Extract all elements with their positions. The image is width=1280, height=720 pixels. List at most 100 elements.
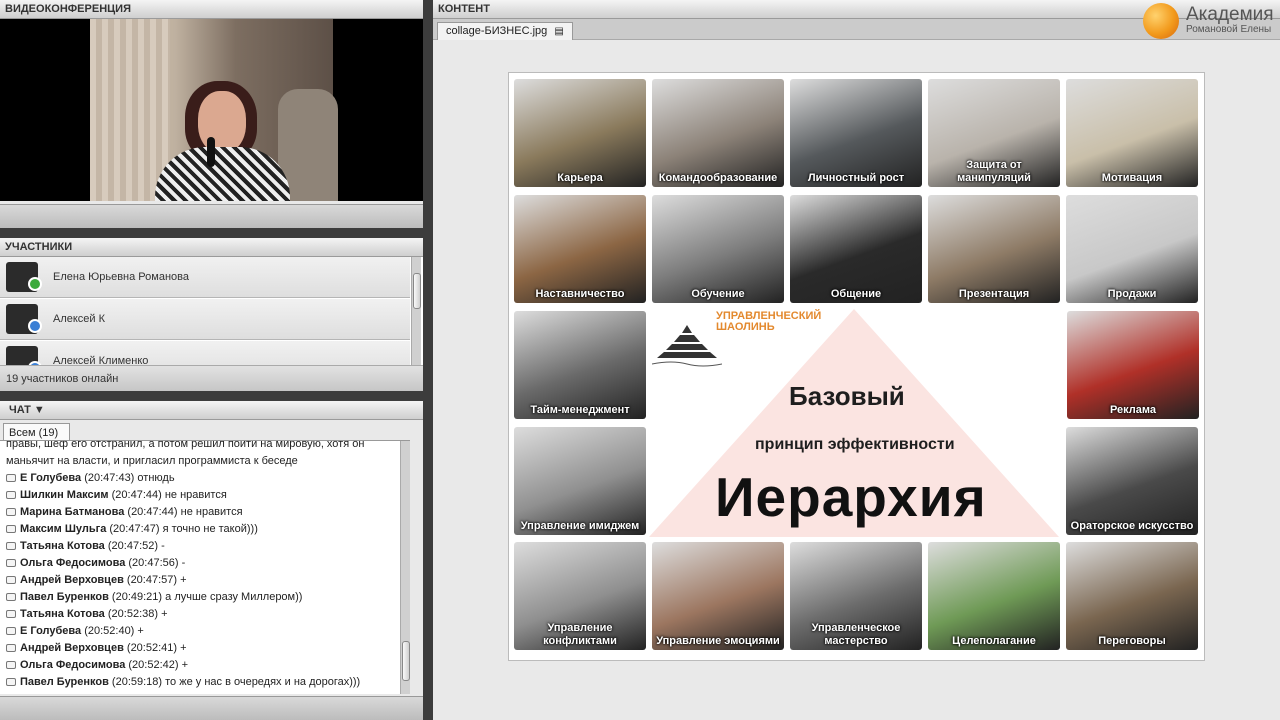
- collage-tile: Тайм-менеджмент: [514, 311, 646, 419]
- chat-bubble-icon: [6, 559, 16, 568]
- tile-caption: Управление эмоциями: [656, 635, 780, 647]
- videoconference-header: ВИДЕОКОНФЕРЕНЦИЯ: [0, 0, 423, 19]
- chat-bubble-icon: [6, 542, 16, 551]
- chat-wrapped-line: маньячит на власти, и пригласил программ…: [6, 455, 298, 467]
- video-area: [0, 19, 423, 201]
- collage-tile: Презентация: [928, 195, 1060, 303]
- slide-title-line1: Базовый: [789, 381, 905, 411]
- brand-subtitle: Романовой Елены: [1186, 24, 1272, 35]
- participant-name: Елена Юрьевна Романова: [53, 271, 189, 283]
- presenter-face: [198, 91, 246, 153]
- message-author: Е Голубева: [20, 472, 82, 484]
- tile-caption: Переговоры: [1098, 635, 1166, 647]
- message-text: не нравится: [180, 506, 243, 518]
- collage-tile: Управленческое мастерство: [790, 542, 922, 650]
- chat-message: Андрей Верховцев (20:47:57) +: [0, 572, 410, 589]
- message-time: (20:47:44): [127, 506, 178, 518]
- brand-name: Академия: [1186, 4, 1274, 25]
- message-text: отнюдь: [137, 472, 175, 484]
- message-time: (20:52:38): [107, 608, 159, 620]
- message-author: Татьяна Котова: [20, 540, 105, 552]
- slide-title-line2: принцип эффективности: [755, 436, 955, 453]
- tile-caption: Карьера: [557, 172, 603, 184]
- videoconference-panel: ВИДЕОКОНФЕРЕНЦИЯ: [0, 0, 423, 228]
- participants-panel: УЧАСТНИКИ Елена Юрьевна Романова Алексей…: [0, 238, 423, 391]
- message-author: Андрей Верховцев: [20, 642, 124, 654]
- message-author: Шилкин Максим: [20, 489, 109, 501]
- chat-bubble-icon: [6, 593, 16, 602]
- chat-bubble-icon: [6, 610, 16, 619]
- participant-row[interactable]: Алексей К: [0, 299, 410, 340]
- collage-tile: Командообразование: [652, 79, 784, 187]
- chat-bubble-icon: [6, 627, 16, 636]
- chat-messages: правы, шеф его отстранил, а потом решил …: [0, 440, 410, 694]
- message-author: Максим Шульга: [20, 523, 107, 535]
- collage-tile: Продажи: [1066, 195, 1198, 303]
- chat-scrollbar[interactable]: [400, 441, 410, 694]
- chat-bubble-icon: [6, 644, 16, 653]
- pagoda-logo-icon: [652, 325, 722, 367]
- chat-message: Павел Буренков (20:59:18) то же у нас в …: [0, 674, 410, 691]
- message-text: +: [180, 642, 187, 654]
- collage-tile: Мотивация: [1066, 79, 1198, 187]
- participants-header: УЧАСТНИКИ: [0, 238, 423, 257]
- tile-caption: Продажи: [1107, 288, 1157, 300]
- participants-scrollbar[interactable]: [411, 257, 421, 365]
- message-time: (20:47:44): [111, 489, 162, 501]
- message-time: (20:49:21): [111, 591, 163, 603]
- chat-wrapped-line: правы, шеф его отстранил, а потом решил …: [6, 440, 365, 450]
- tile-caption: Общение: [830, 288, 882, 300]
- chat-message: Павел Буренков (20:49:21) а лучше сразу …: [0, 589, 410, 606]
- participant-row[interactable]: Елена Юрьевна Романова: [0, 257, 410, 298]
- online-count: 19 участников онлайн: [0, 365, 423, 391]
- chat-message: Татьяна Котова (20:47:52) -: [0, 538, 410, 555]
- message-author: Ольга Федосимова: [20, 557, 126, 569]
- message-author: Павел Буренков: [20, 591, 109, 603]
- scrollbar-thumb[interactable]: [402, 641, 410, 681]
- tile-caption: Целеполагание: [952, 635, 1036, 647]
- chat-message: Андрей Верховцев (20:52:41) +: [0, 640, 410, 657]
- tile-caption: Личностный рост: [807, 172, 905, 184]
- chat-bubble-icon: [6, 525, 16, 534]
- message-text: +: [181, 659, 189, 671]
- message-author: Е Голубева: [20, 625, 82, 637]
- message-text: -: [161, 540, 165, 552]
- chat-message: Е Голубева (20:47:43) отнюдь: [0, 470, 410, 487]
- chat-message: Татьяна Котова (20:52:38) +: [0, 606, 410, 623]
- participants-list: Елена Юрьевна Романова Алексей К Алексей…: [0, 257, 423, 365]
- tile-caption: Реклама: [1109, 404, 1157, 416]
- message-time: (20:47:43): [84, 472, 135, 484]
- chat-message: Максим Шульга (20:47:47) я точно не тако…: [0, 521, 410, 538]
- tile-caption: Защита от манипуляций: [957, 159, 1031, 184]
- chat-message: Шилкин Максим (20:47:44) не нравится: [0, 487, 410, 504]
- message-author: Татьяна Котова: [20, 608, 105, 620]
- webcam-video-feed[interactable]: [90, 19, 338, 201]
- slide-main-title: Иерархия: [715, 466, 987, 528]
- tile-caption: Управленческое мастерство: [811, 622, 901, 647]
- scrollbar-thumb[interactable]: [413, 273, 421, 309]
- chat-message: Ольга Федосимова (20:52:42) +: [0, 657, 410, 674]
- slide-canvas: УПРАВЛЕНЧЕСКИЙ ШАОЛИНЬ Базовый принцип э…: [508, 72, 1205, 661]
- chat-bubble-icon: [6, 491, 16, 500]
- chat-bubble-icon: [6, 678, 16, 687]
- chat-input-bar[interactable]: [0, 696, 423, 720]
- collage-tile: Управление имиджем: [514, 427, 646, 535]
- collage-tile: Обучение: [652, 195, 784, 303]
- message-time: (20:47:47): [109, 523, 160, 535]
- chat-bubble-icon: [6, 508, 16, 517]
- collage-tile: Личностный рост: [790, 79, 922, 187]
- participant-row[interactable]: Алексей Клименко: [0, 341, 410, 365]
- tile-caption: Обучение: [691, 288, 745, 300]
- file-tab[interactable]: collage-БИЗНЕС.jpg ▤: [437, 22, 573, 40]
- tile-caption: Командообразование: [658, 172, 778, 184]
- chat-header[interactable]: ЧАТ ▼: [0, 401, 423, 420]
- content-panel: КОНТЕНТ collage-БИЗНЕС.jpg ▤ УПРАВЛЕНЧЕС…: [433, 0, 1280, 720]
- participant-name: Алексей Клименко: [53, 355, 149, 365]
- collage-tile: Карьера: [514, 79, 646, 187]
- chat-message-list: Е Голубева (20:47:43) отнюдь Шилкин Макси…: [0, 470, 410, 691]
- video-toolbar: [0, 204, 423, 228]
- brand-logo: Академия Романовой Елены: [1140, 0, 1280, 40]
- collage-tile: Переговоры: [1066, 542, 1198, 650]
- chat-panel: ЧАТ ▼ Всем (19) правы, шеф его отстранил…: [0, 401, 423, 720]
- message-time: (20:47:56): [128, 557, 179, 569]
